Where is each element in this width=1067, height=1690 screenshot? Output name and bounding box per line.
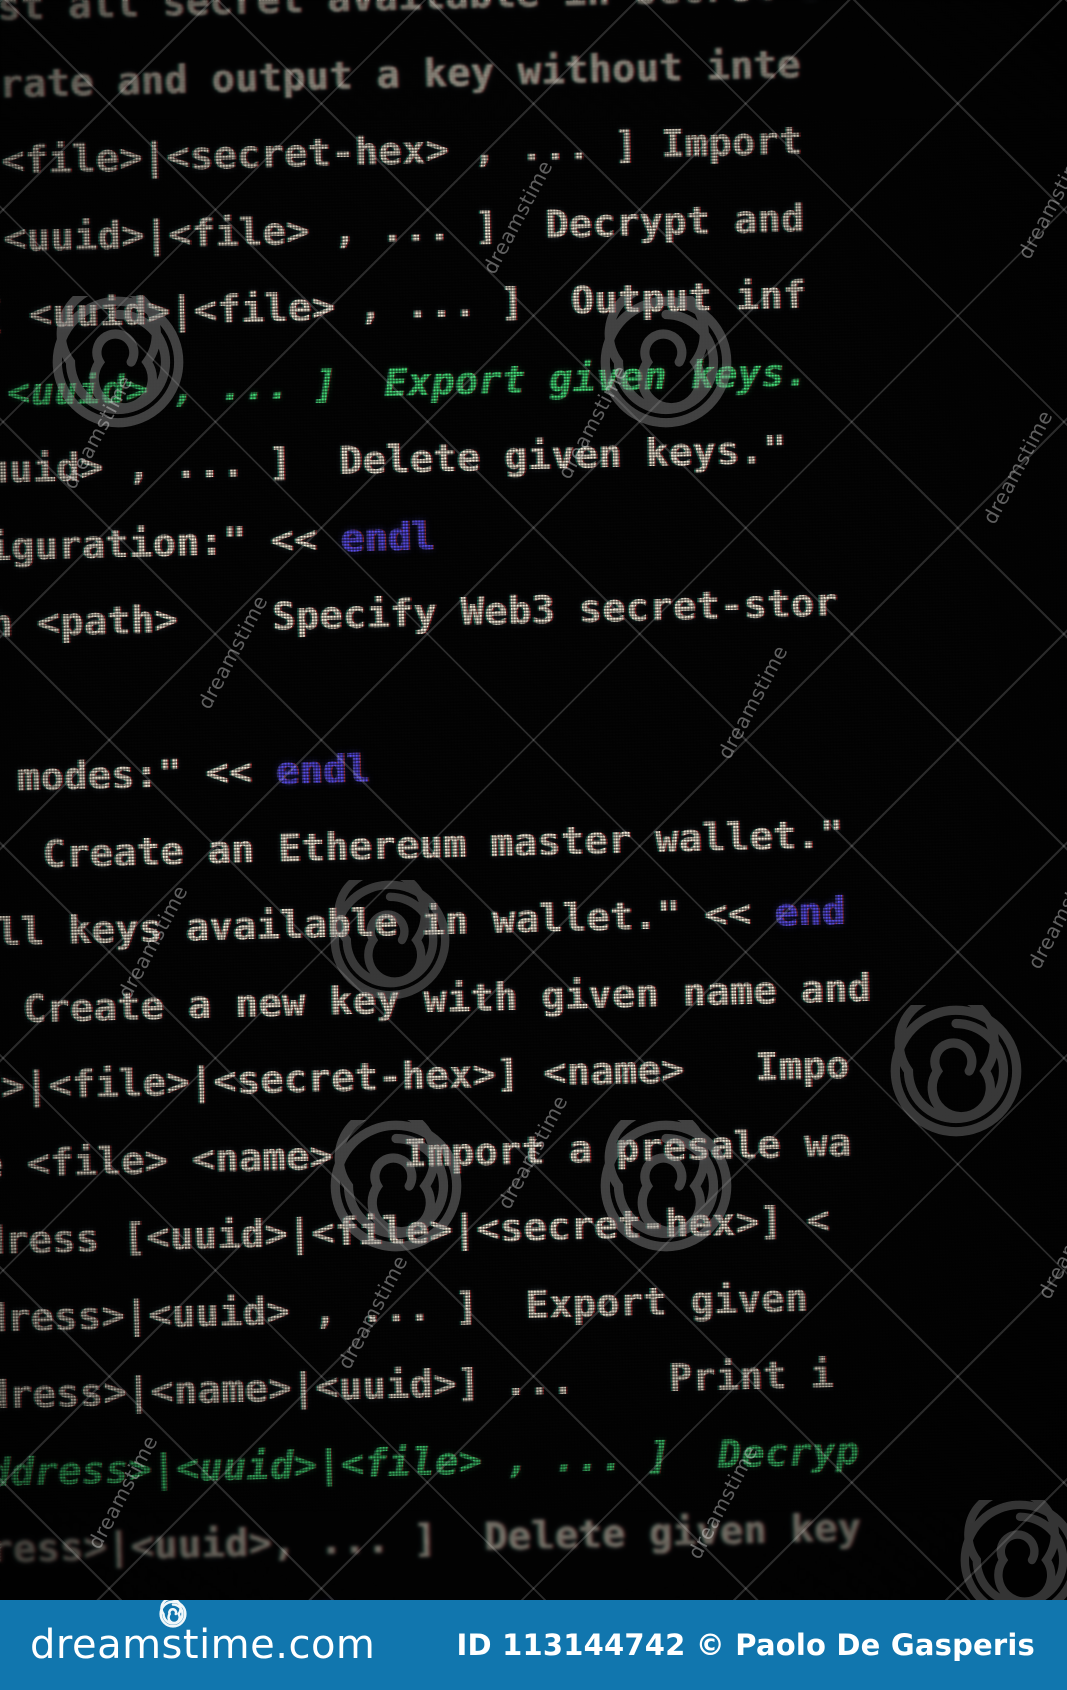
code-token: ctbare [ <uuid>|<file> , ... ] Output in…: [0, 272, 808, 338]
code-token: are [ <uuid> , ... ] Delete given keys.": [0, 427, 788, 493]
code-token: ets-path <path> Specify Web3 secret-stor: [0, 580, 839, 651]
code-token: t [<address>|<name>|<uuid>] ... Print i: [0, 1351, 835, 1421]
dreamstime-wordmark: dreamstime.com: [30, 1622, 376, 1668]
dreamstime-spiral-icon: [159, 1597, 187, 1632]
code-token: withaddress [<uuid>|<file>|<secret-hex>]…: [0, 1197, 831, 1268]
code-token: e [ <address>|<uuid>|<file> , ... ] Decr…: [0, 1428, 861, 1496]
code-token: erating modes:" <<: [16, 749, 254, 800]
code-block: are List all secret available in secret-…: [0, 0, 931, 1685]
code-token: tbare [ <uuid> , ... ] Export given keys…: [6, 349, 810, 415]
dreamstime-logo[interactable]: dreamstime.com: [30, 1597, 376, 1668]
code-token: List all keys available in wallet." <<: [0, 891, 753, 956]
code-token: [ <address>|<uuid> , ... ] Export given: [0, 1275, 810, 1343]
stock-photo: are List all secret available in secret-…: [0, 0, 1067, 1690]
image-credit: ID 113144742 © Paolo De Gasperis: [456, 1628, 1035, 1662]
code-token: ebare [ <uuid>|<file> , ... ] Decrypt an…: [2, 195, 806, 261]
code-token: [<uuid>|<file>|<secret-hex>] <name> Impo: [0, 1042, 851, 1113]
code-screen: are List all secret available in secret-…: [0, 0, 1067, 1686]
code-token: ewallet Create an Ethereum master wallet…: [42, 811, 845, 877]
code-token: endl: [275, 746, 372, 794]
code-token: endl: [340, 513, 437, 561]
code-token: presale <file> <name> Import a presale w…: [0, 1119, 853, 1191]
code-token: end: [774, 888, 847, 935]
code-token: name> Create a new key with given name a…: [22, 965, 872, 1032]
code-token: re Generate and output a key without int…: [0, 41, 802, 109]
code-token: [ <address>|<uuid>, ... ] Delete given k…: [0, 1505, 863, 1575]
code-token: tbare [ <file>|<secret-hex> , ... ] Impo…: [0, 118, 804, 184]
code-token: re configuration:" <<: [0, 516, 319, 572]
stock-footer-bar: dreamstime.com ID 113144742 © Paolo De G…: [0, 1597, 1067, 1690]
